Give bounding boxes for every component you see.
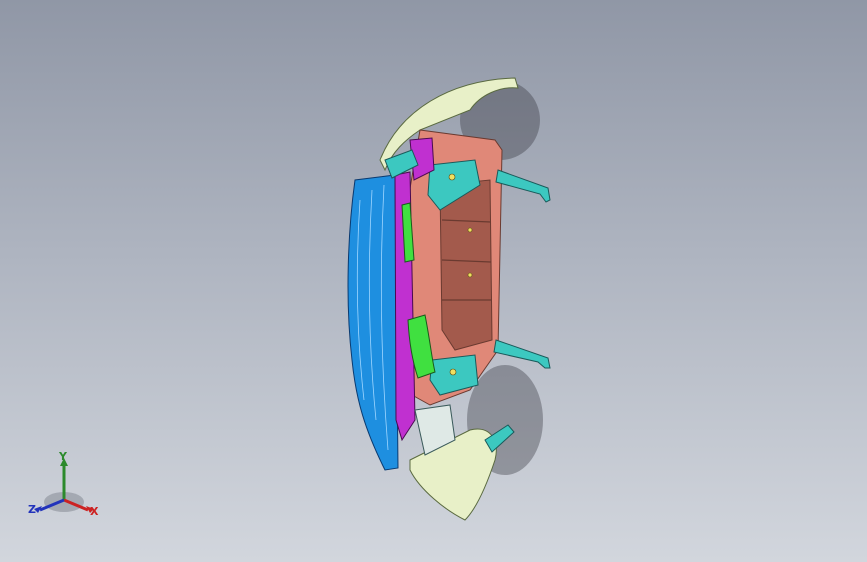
upper-bracket-arm[interactable] <box>495 169 551 203</box>
x-axis-label: X <box>90 505 99 518</box>
cad-graphics-viewport[interactable]: Y Z X <box>0 0 867 562</box>
3d-model-view[interactable] <box>0 0 867 562</box>
z-axis-label: Z <box>28 503 36 516</box>
y-axis-label: Y <box>59 450 67 463</box>
lower-bracket-arm[interactable] <box>493 339 551 369</box>
orientation-triad[interactable]: Y Z X <box>24 450 104 522</box>
bumper-face-panel[interactable] <box>347 174 399 471</box>
